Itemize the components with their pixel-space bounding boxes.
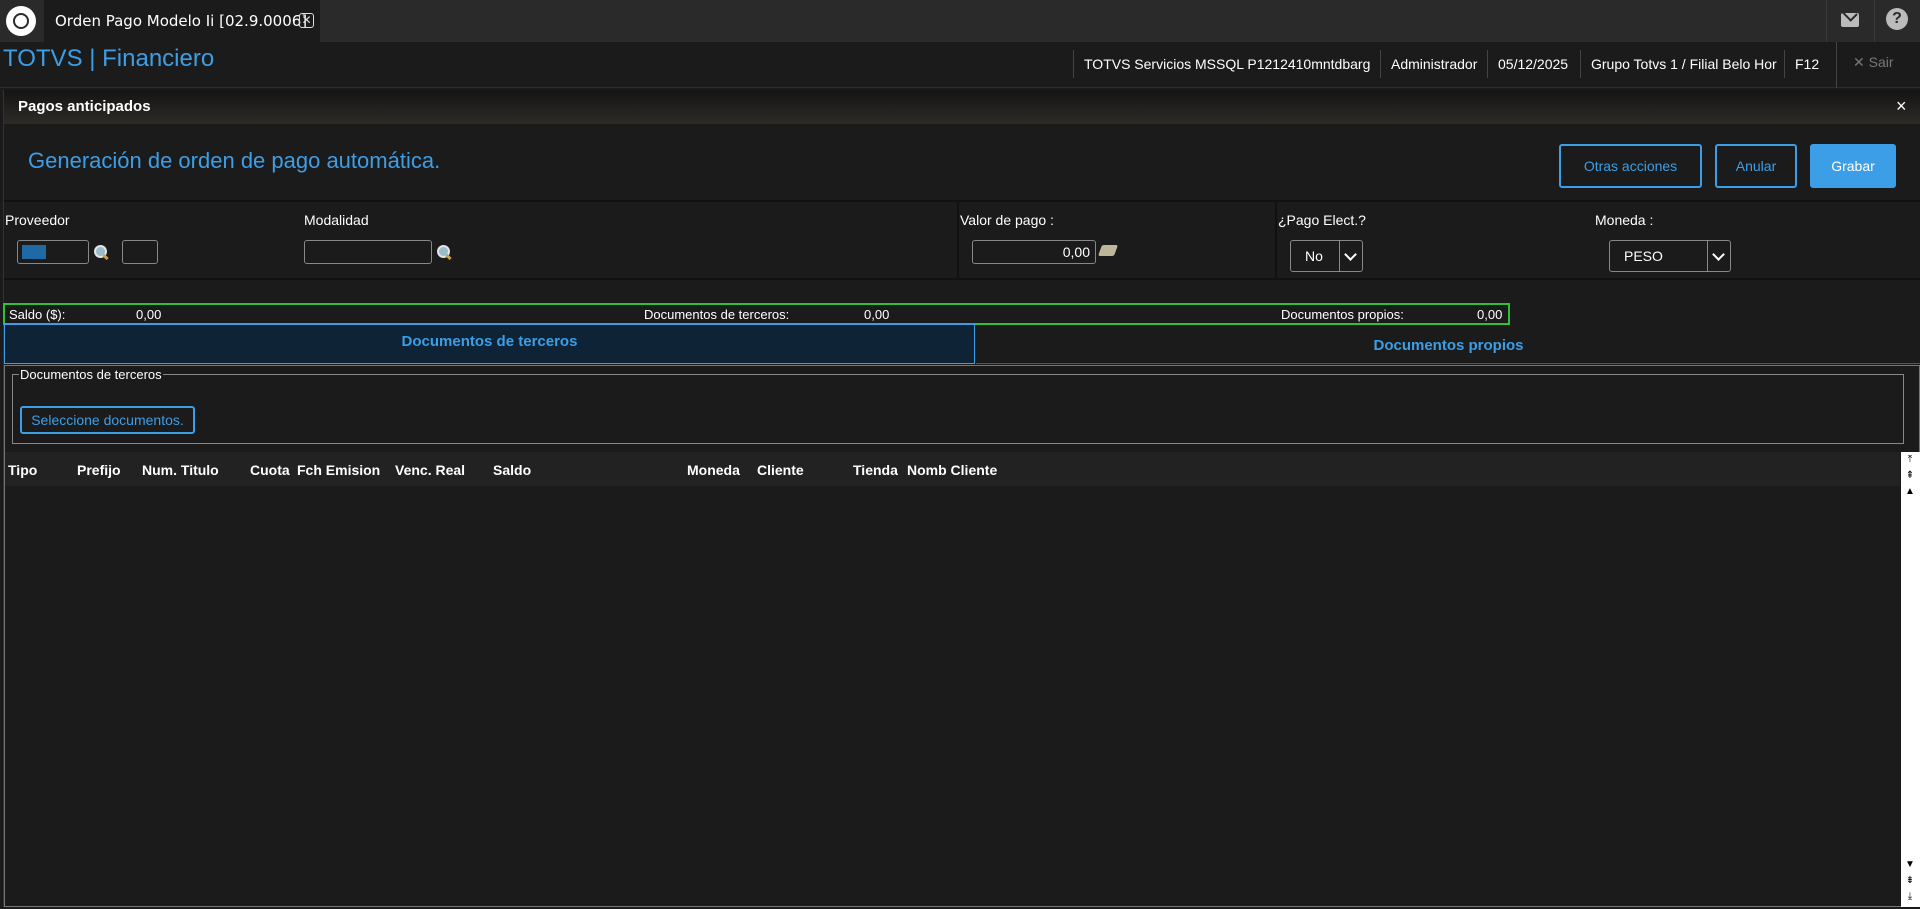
- save-button[interactable]: Grabar: [1810, 144, 1896, 188]
- column-header[interactable]: Fch Emision: [297, 462, 380, 478]
- third-party-documents-group: Documentos de terceros Seleccione docume…: [12, 367, 1904, 444]
- scroll-up-icon[interactable]: ▲: [1904, 487, 1916, 497]
- top-tab-bar: Orden Pago Modelo Ii [02.9.0006] ✕ ?: [0, 0, 1920, 42]
- dialog-title: Pagos anticipados: [18, 98, 151, 115]
- other-actions-button[interactable]: Otras acciones: [1559, 144, 1702, 188]
- third-docs-total-value: 0,00: [864, 307, 890, 322]
- dialog-close-icon[interactable]: ×: [1896, 96, 1907, 117]
- grid-body[interactable]: [5, 486, 1900, 906]
- modality-input[interactable]: [304, 240, 432, 264]
- column-header[interactable]: Moneda: [687, 462, 740, 478]
- totvs-logo-icon[interactable]: [6, 6, 36, 36]
- column-header[interactable]: Prefijo: [77, 462, 121, 478]
- help-button[interactable]: ?: [1874, 0, 1920, 42]
- supplier-code-selection: [22, 245, 46, 259]
- grid-header: Tipo Prefijo Num. Titulo Cuota Fch Emisi…: [5, 452, 1900, 486]
- electronic-payment-label: ¿Pago Elect.?: [1278, 212, 1366, 228]
- column-header[interactable]: Num. Titulo: [142, 462, 219, 478]
- dialog-titlebar: Pagos anticipados ×: [4, 90, 1920, 124]
- currency-select[interactable]: PESO: [1609, 240, 1731, 272]
- scroll-page-up-icon[interactable]: ⇞: [1904, 471, 1916, 481]
- help-icon: ?: [1886, 8, 1908, 30]
- group-legend: Documentos de terceros: [19, 367, 163, 382]
- date-info[interactable]: 05/12/2025: [1487, 50, 1568, 78]
- scroll-page-down-icon[interactable]: ⇟: [1904, 876, 1916, 886]
- supplier-store-input[interactable]: [122, 240, 158, 264]
- exit-button[interactable]: ✕ Sair: [1836, 42, 1920, 88]
- cancel-button[interactable]: Anular: [1715, 144, 1797, 188]
- supplier-label: Proveedor: [5, 212, 70, 228]
- modality-search-icon[interactable]: [436, 244, 452, 260]
- column-header[interactable]: Saldo: [493, 462, 531, 478]
- money-icon[interactable]: [1097, 245, 1119, 256]
- payment-value: 0,00: [1062, 244, 1090, 260]
- column-header[interactable]: Cliente: [757, 462, 804, 478]
- tab-third-party-documents[interactable]: Documentos de terceros: [4, 324, 975, 364]
- form-divider: [1275, 202, 1277, 280]
- own-docs-total-label: Documentos propios:: [1281, 307, 1404, 322]
- electronic-payment-select[interactable]: No: [1290, 240, 1363, 272]
- own-docs-total-value: 0,00: [1477, 307, 1503, 322]
- third-party-documents-panel: Documentos de terceros Seleccione docume…: [4, 365, 1920, 907]
- grid-scrollbar[interactable]: ⤒ ⇞ ▲ ▼ ⇟ ⤓: [1901, 452, 1920, 907]
- tab-close-icon[interactable]: ✕: [299, 13, 314, 28]
- currency-value: PESO: [1624, 248, 1663, 264]
- column-header[interactable]: Nomb Cliente: [907, 462, 997, 478]
- column-header[interactable]: Venc. Real: [395, 462, 465, 478]
- app-brand: TOTVS | Financiero: [3, 45, 215, 72]
- column-header[interactable]: Tipo: [8, 462, 37, 478]
- supplier-search-icon[interactable]: [93, 244, 109, 260]
- chevron-down-icon: [1707, 241, 1730, 271]
- document-tabs: Documentos de terceros Documentos propio…: [4, 324, 1920, 364]
- environment-info[interactable]: TOTVS Servicios MSSQL P1212410mntdbarg: [1073, 50, 1370, 78]
- scroll-top-icon[interactable]: ⤒: [1904, 455, 1916, 465]
- mail-button[interactable]: [1826, 0, 1872, 42]
- user-info[interactable]: Administrador: [1380, 50, 1477, 78]
- mail-icon: [1841, 13, 1859, 27]
- payment-value-label: Valor de pago :: [960, 212, 1054, 228]
- currency-label: Moneda :: [1595, 212, 1654, 228]
- app-header: TOTVS | Financiero TOTVS Servicios MSSQL…: [0, 42, 1920, 88]
- branch-info[interactable]: Grupo Totvs 1 / Filial Belo Hor: [1580, 50, 1777, 78]
- supplier-code-input[interactable]: [17, 240, 89, 264]
- scroll-down-icon[interactable]: ▼: [1904, 860, 1916, 870]
- column-header[interactable]: Tienda: [853, 462, 898, 478]
- totals-bar: Saldo ($): 0,00 Documentos de terceros: …: [3, 303, 1510, 325]
- payment-value-input[interactable]: 0,00: [972, 240, 1096, 264]
- scroll-bottom-icon[interactable]: ⤓: [1904, 892, 1916, 902]
- balance-label: Saldo ($):: [9, 307, 66, 322]
- electronic-payment-value: No: [1305, 248, 1323, 264]
- balance-value: 0,00: [136, 307, 162, 322]
- f12-shortcut[interactable]: F12: [1784, 50, 1819, 78]
- dialog-pagos-anticipados: Pagos anticipados × Generación de orden …: [3, 90, 1920, 907]
- dialog-subtitle: Generación de orden de pago automática.: [28, 148, 441, 173]
- select-documents-button[interactable]: Seleccione documentos.: [20, 406, 195, 434]
- third-docs-total-label: Documentos de terceros:: [644, 307, 790, 322]
- tab-own-documents[interactable]: Documentos propios: [976, 324, 1920, 364]
- payment-form: Proveedor Modalidad Valor de pago : 0,00…: [4, 200, 1920, 280]
- tab-title: Orden Pago Modelo Ii [02.9.0006]: [55, 12, 308, 30]
- chevron-down-icon: [1339, 241, 1362, 271]
- column-header[interactable]: Cuota: [250, 462, 290, 478]
- form-divider: [957, 202, 959, 280]
- modality-label: Modalidad: [304, 212, 369, 228]
- tab-orden-pago[interactable]: Orden Pago Modelo Ii [02.9.0006] ✕: [44, 0, 320, 42]
